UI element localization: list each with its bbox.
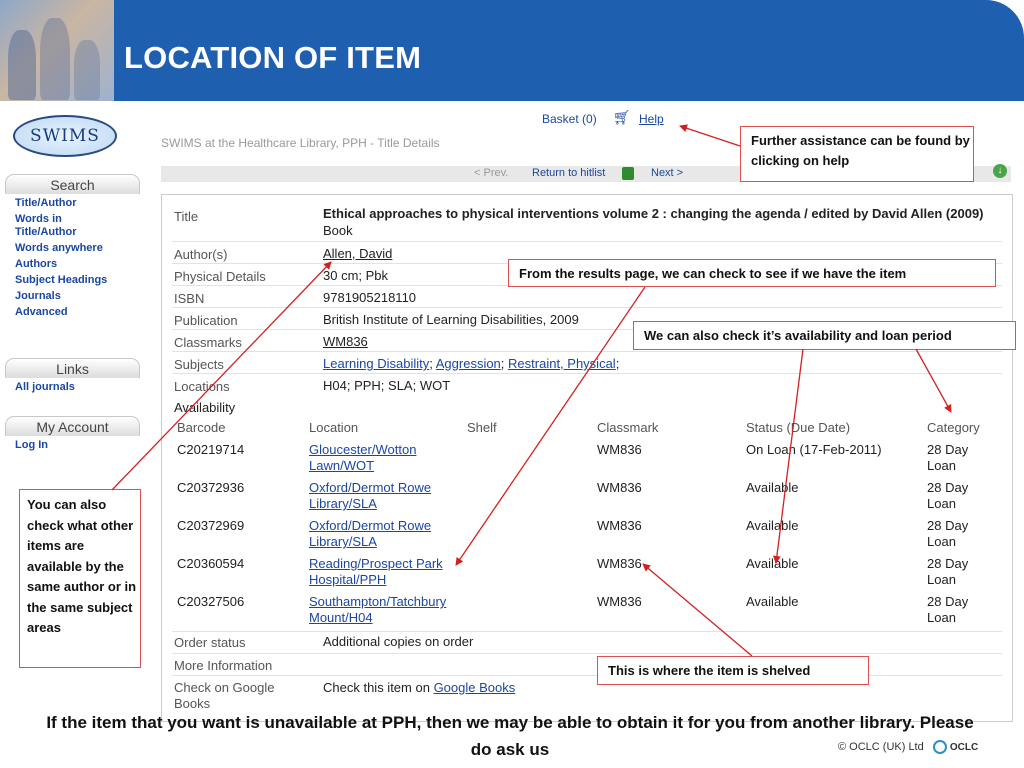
google-books-link[interactable]: Google Books — [434, 680, 516, 695]
search-menu: Search Title/Author Words in Title/Autho… — [5, 174, 140, 319]
basket-icon[interactable]: 🛒︎ — [613, 109, 631, 126]
row-classmark: WM836 — [597, 594, 642, 609]
title-details-page: Basket (0) 🛒︎ Help SWIMS at the Healthca… — [158, 108, 1014, 722]
oclc-logo-icon — [932, 740, 947, 754]
row-category: 28 Day Loan — [927, 594, 969, 625]
locations-value: H04; PPH; SLA; WOT — [323, 378, 451, 393]
label-physical: Physical Details — [174, 269, 266, 284]
callout-shelved: This is where the item is shelved — [597, 656, 869, 685]
prev-link[interactable]: < Prev. — [474, 167, 508, 179]
account-heading: My Account — [5, 416, 140, 436]
label-publication: Publication — [174, 313, 238, 328]
row-status: Available — [746, 594, 799, 609]
row-category: 28 Day Loan — [927, 480, 969, 511]
google-books-row: Check this item on Google Books — [323, 680, 516, 695]
basket-link[interactable]: Basket (0) — [542, 112, 597, 126]
row-classmark: WM836 — [597, 518, 642, 533]
search-heading: Search — [5, 174, 140, 194]
row-status: Available — [746, 480, 799, 495]
hitlist-icon[interactable] — [622, 167, 634, 180]
row-barcode: C20327506 — [177, 594, 245, 609]
callout-help: Further assistance can be found by click… — [740, 126, 974, 182]
row-location-link[interactable]: Oxford/Dermot Rowe Library/SLA — [309, 480, 449, 512]
label-locations: Locations — [174, 379, 230, 394]
row-location-link[interactable]: Reading/Prospect Park Hospital/PPH — [309, 556, 459, 588]
row-location-link[interactable]: Gloucester/Wotton Lawn/WOT — [309, 442, 449, 474]
sidebar-item-words-in-title-author[interactable]: Words in Title/Author — [15, 213, 105, 239]
label-more-info: More Information — [174, 658, 273, 673]
publication-value: British Institute of Learning Disabiliti… — [323, 312, 579, 327]
col-classmark: Classmark — [597, 420, 659, 435]
label-isbn: ISBN — [174, 291, 205, 306]
help-link[interactable]: Help — [639, 112, 664, 126]
row-location-link[interactable]: Oxford/Dermot Rowe Library/SLA — [309, 518, 449, 550]
return-to-hitlist-link[interactable]: Return to hitlist — [532, 167, 605, 179]
callout-author: You can also check what other items are … — [19, 489, 141, 668]
callout-results: From the results page, we can check to s… — [508, 259, 996, 287]
label-google: Check on Google Books — [174, 680, 275, 711]
subject-link[interactable]: Learning Disability — [323, 356, 429, 371]
header-photo — [0, 0, 114, 101]
row-barcode: C20372969 — [177, 518, 245, 533]
subject-link[interactable]: Restraint, Physical — [508, 356, 616, 371]
slide-header: LOCATION OF ITEM — [0, 0, 1024, 101]
slide-title: LOCATION OF ITEM — [124, 40, 422, 75]
label-order-status: Order status — [174, 635, 246, 650]
oclc-logo-text: OCLC — [949, 741, 979, 753]
col-shelf: Shelf — [467, 420, 497, 435]
row-classmark: WM836 — [597, 480, 642, 495]
page-subtitle: SWIMS at the Healthcare Library, PPH - T… — [161, 136, 440, 150]
row-status: Available — [746, 556, 799, 571]
row-category: 28 Day Loan — [927, 442, 969, 473]
classmark-link[interactable]: WM836 — [323, 334, 368, 349]
row-status: Available — [746, 518, 799, 533]
slide-footer: If the item that you want is unavailable… — [46, 713, 974, 759]
row-status: On Loan (17-Feb-2011) — [746, 442, 882, 457]
item-type: Book — [323, 223, 353, 238]
subject-link[interactable]: Aggression — [436, 356, 501, 371]
subjects-list: Learning Disability; Aggression; Restrai… — [323, 356, 620, 371]
links-heading: Links — [5, 358, 140, 378]
row-barcode: C20360594 — [177, 556, 245, 571]
sidebar-item-journals[interactable]: Journals — [15, 290, 140, 303]
copyright-notice: © OCLC (UK) Ltd OCLC — [838, 740, 979, 754]
order-status-value: Additional copies on order — [323, 634, 474, 649]
row-category: 28 Day Loan — [927, 518, 969, 549]
col-location: Location — [309, 420, 359, 435]
next-link[interactable]: Next > — [651, 167, 683, 179]
label-availability: Availability — [174, 400, 236, 415]
isbn-value: 9781905218110 — [323, 290, 417, 305]
sidebar-item-log-in[interactable]: Log In — [15, 439, 140, 452]
row-category: 28 Day Loan — [927, 556, 969, 587]
callout-availability: We can also check it’s availability and … — [633, 321, 1016, 350]
sidebar-item-title-author[interactable]: Title/Author — [15, 197, 140, 210]
label-title: Title — [174, 209, 199, 224]
row-classmark: WM836 — [597, 442, 642, 457]
label-classmarks: Classmarks — [174, 335, 242, 350]
sidebar-item-advanced[interactable]: Advanced — [15, 306, 140, 319]
sidebar-item-all-journals[interactable]: All journals — [15, 381, 140, 394]
sidebar-item-authors[interactable]: Authors — [15, 258, 140, 271]
swims-logo[interactable]: SWIMS — [13, 115, 117, 157]
row-barcode: C20372936 — [177, 480, 245, 495]
label-authors: Author(s) — [174, 247, 228, 262]
sidebar-item-words-anywhere[interactable]: Words anywhere — [15, 242, 140, 255]
physical-details: 30 cm; Pbk — [323, 268, 389, 283]
label-subjects: Subjects — [174, 357, 224, 372]
account-menu: My Account Log In — [5, 416, 140, 452]
download-icon[interactable]: ↓ — [993, 164, 1007, 178]
links-menu: Links All journals — [5, 358, 140, 394]
row-barcode: C20219714 — [177, 442, 245, 457]
col-barcode: Barcode — [177, 420, 226, 435]
col-status: Status (Due Date) — [746, 420, 851, 435]
sidebar-item-subject-headings[interactable]: Subject Headings — [15, 274, 140, 287]
row-location-link[interactable]: Southampton/Tatchbury Mount/H04 — [309, 594, 469, 626]
col-category: Category — [927, 420, 980, 435]
author-link[interactable]: Allen, David — [323, 246, 392, 261]
item-title: Ethical approaches to physical intervent… — [323, 206, 984, 238]
row-classmark: WM836 — [597, 556, 642, 571]
